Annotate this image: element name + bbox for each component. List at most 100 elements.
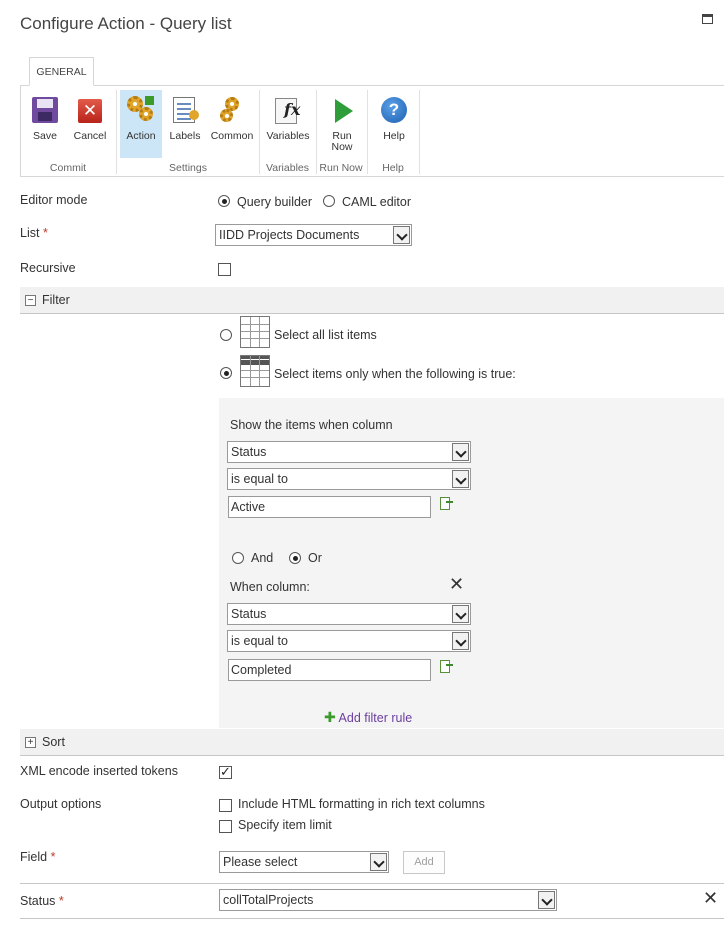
variables-button[interactable]: fx Variables	[262, 90, 314, 158]
row-divider	[20, 883, 724, 884]
gear-icon	[216, 94, 248, 126]
item-limit-checkbox[interactable]	[219, 820, 232, 833]
help-label: Help	[383, 130, 405, 142]
status-label: Status *	[20, 894, 64, 908]
chevron-down-icon	[452, 605, 469, 623]
query-builder-label: Query builder	[237, 195, 313, 209]
xml-encode-label: XML encode inserted tokens	[20, 764, 178, 778]
chevron-down-icon	[452, 632, 469, 650]
table-icon	[240, 316, 270, 348]
status-select[interactable]: collTotalProjects	[219, 889, 557, 911]
remove-rule-icon[interactable]: ✕	[449, 576, 464, 594]
filter-section-header[interactable]: − Filter	[20, 287, 724, 314]
output-options-label: Output options	[20, 797, 102, 811]
rule1-operator-select[interactable]: is equal to	[227, 468, 471, 490]
group-settings: Settings	[169, 162, 207, 174]
add-field-button[interactable]: Add	[403, 851, 445, 874]
action-label: Action	[126, 130, 156, 142]
rule1-value-input[interactable]: Active	[228, 496, 431, 518]
rule2-column-select[interactable]: Status	[227, 603, 471, 625]
field-label: Field *	[20, 850, 56, 864]
or-radio[interactable]	[289, 552, 301, 564]
recursive-label: Recursive	[20, 261, 76, 275]
gears-icon	[125, 94, 157, 126]
query-builder-radio[interactable]	[218, 195, 230, 207]
list-select[interactable]: IIDD Projects Documents	[215, 224, 412, 246]
action-button[interactable]: Action	[120, 90, 162, 158]
run-now-label-2: Now	[331, 141, 353, 153]
collapse-icon[interactable]: −	[25, 295, 36, 306]
group-help: Help	[382, 162, 404, 174]
rule1-column-value: Status	[231, 445, 267, 459]
chevron-down-icon	[538, 891, 555, 909]
or-label: Or	[308, 551, 322, 565]
group-commit: Commit	[49, 162, 87, 174]
save-label: Save	[33, 130, 57, 142]
rule2-operator-value: is equal to	[231, 634, 288, 648]
recursive-checkbox[interactable]	[218, 263, 231, 276]
group-run-now: Run Now	[319, 162, 363, 174]
list-select-value: IIDD Projects Documents	[219, 228, 360, 242]
variables-icon: fx	[272, 94, 304, 126]
editor-mode-label: Editor mode	[20, 193, 88, 207]
cancel-label: Cancel	[73, 130, 107, 142]
field-select[interactable]: Please select	[219, 851, 389, 873]
status-select-value: collTotalProjects	[223, 893, 314, 907]
run-now-button[interactable]: Run Now	[322, 90, 362, 158]
labels-button[interactable]: Labels	[165, 90, 205, 158]
save-button[interactable]: Save	[26, 90, 64, 158]
group-variables: Variables	[266, 162, 309, 174]
variables-label: Variables	[266, 130, 310, 142]
select-all-radio[interactable]	[220, 329, 232, 341]
tab-general[interactable]: GENERAL	[29, 57, 94, 86]
group-separator	[419, 90, 420, 174]
item-limit-label: Specify item limit	[238, 818, 332, 832]
common-label: Common	[210, 130, 254, 142]
insert-reference-icon[interactable]	[440, 497, 453, 510]
ribbon-top-border	[20, 85, 724, 86]
select-when-label: Select items only when the following is …	[274, 367, 516, 381]
add-filter-rule-link[interactable]: ✚ Add filter rule	[324, 709, 412, 726]
group-separator	[116, 90, 117, 174]
cancel-icon: ✕	[74, 94, 106, 126]
rule2-value-input[interactable]: Completed	[228, 659, 431, 681]
add-icon: ✚	[324, 709, 336, 725]
cancel-button[interactable]: ✕ Cancel	[70, 90, 110, 158]
expand-icon[interactable]: +	[25, 737, 36, 748]
remove-status-icon[interactable]: ✕	[703, 890, 718, 908]
ribbon-bottom-border	[20, 176, 724, 177]
bottom-divider	[20, 918, 724, 919]
sort-section-header[interactable]: + Sort	[20, 729, 724, 756]
include-html-label: Include HTML formatting in rich text col…	[238, 797, 485, 811]
maximize-icon[interactable]	[702, 14, 713, 24]
filtered-table-icon	[240, 355, 270, 387]
list-label: List *	[20, 226, 48, 240]
labels-label: Labels	[169, 130, 201, 142]
rule1-column-select[interactable]: Status	[227, 441, 471, 463]
insert-reference-icon[interactable]	[440, 660, 453, 673]
rule1-operator-value: is equal to	[231, 472, 288, 486]
when-column-label: When column:	[230, 580, 310, 594]
select-all-label: Select all list items	[274, 328, 377, 342]
caml-editor-radio[interactable]	[323, 195, 335, 207]
rule2-operator-select[interactable]: is equal to	[227, 630, 471, 652]
dialog-title: Configure Action - Query list	[20, 14, 232, 33]
help-button[interactable]: ? Help	[374, 90, 414, 158]
include-html-checkbox[interactable]	[219, 799, 232, 812]
chevron-down-icon	[452, 470, 469, 488]
select-when-radio[interactable]	[220, 367, 232, 379]
rule2-column-value: Status	[231, 607, 267, 621]
caml-editor-label: CAML editor	[342, 195, 412, 209]
save-icon	[29, 94, 61, 126]
chevron-down-icon	[452, 443, 469, 461]
and-radio[interactable]	[232, 552, 244, 564]
chevron-down-icon	[370, 853, 387, 871]
filter-section-title: Filter	[42, 293, 70, 307]
labels-icon	[169, 94, 201, 126]
xml-encode-checkbox[interactable]	[219, 764, 232, 780]
sort-section-title: Sort	[42, 735, 65, 749]
add-filter-rule-label: Add filter rule	[338, 711, 413, 725]
common-button[interactable]: Common	[208, 90, 256, 158]
play-icon	[326, 94, 358, 126]
chevron-down-icon	[393, 226, 410, 244]
